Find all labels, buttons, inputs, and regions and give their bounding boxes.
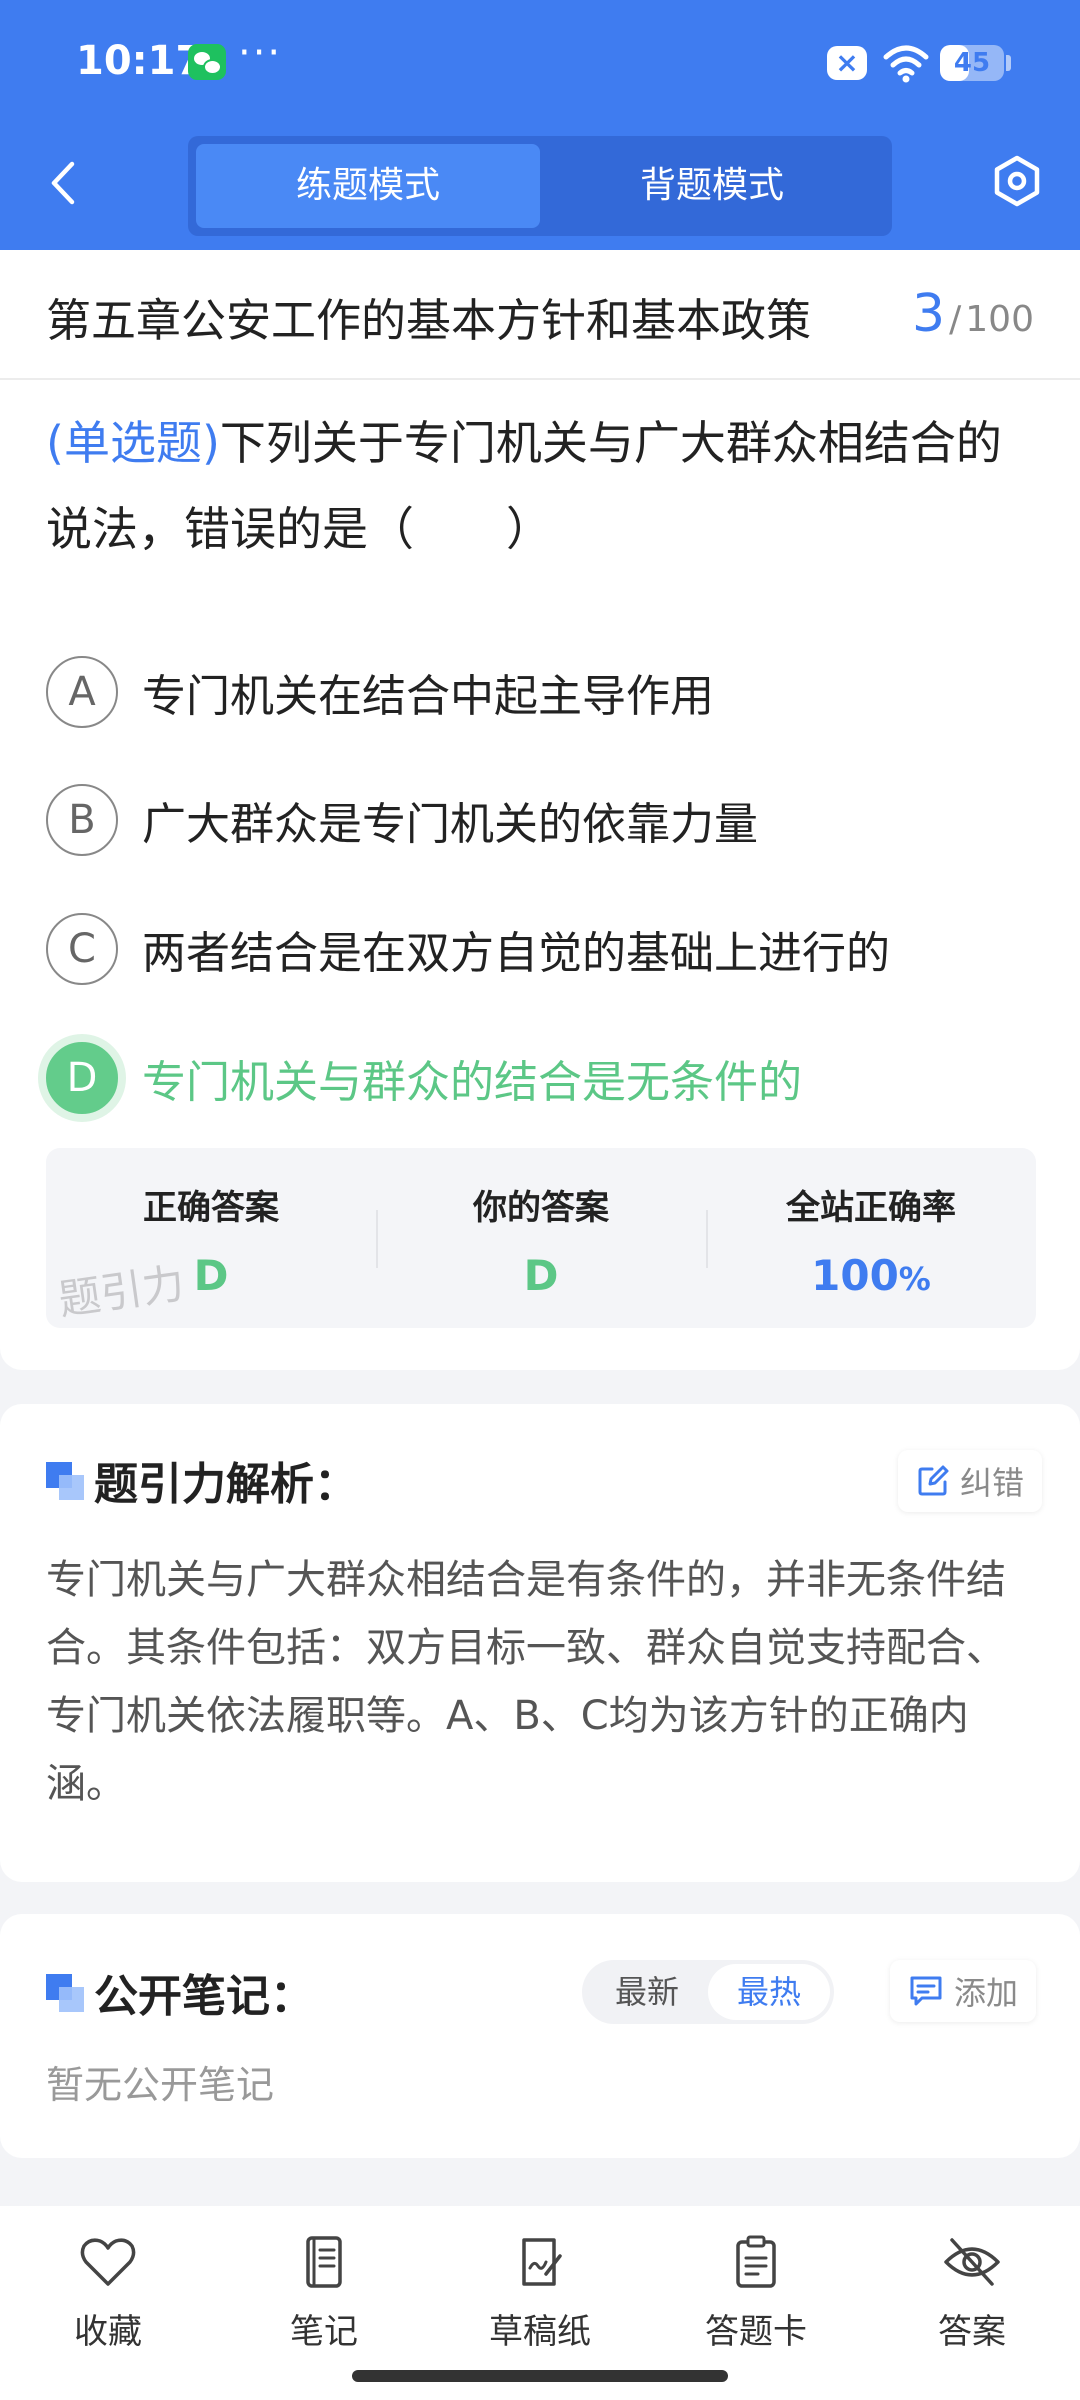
your-answer-column: 你的答案 D (376, 1148, 706, 1328)
tab-practice-mode[interactable]: 练题模式 (196, 144, 540, 228)
question-stem: (单选题)下列关于专门机关与广大群众相结合的说法，错误的是（ ） (46, 400, 1036, 572)
correct-answer-column: 正确答案 D 题引力 (46, 1148, 376, 1328)
favorite-button[interactable]: 收藏 (0, 2206, 216, 2400)
option-text: 专门机关与群众的结合是无条件的 (142, 1057, 802, 1108)
tab-memorize-mode[interactable]: 背题模式 (540, 144, 884, 228)
current-question-number: 3 (912, 284, 946, 344)
option-text: 广大群众是专门机关的依靠力量 (142, 799, 758, 850)
chapter-title: 第五章公安工作的基本方针和基本政策 (46, 294, 812, 347)
option-d[interactable]: D 专门机关与群众的结合是无条件的 (46, 1038, 1036, 1118)
option-letter: B (46, 784, 118, 856)
notes-card: 公开笔记： 最新 最热 添加 暂无公开笔记 (0, 1914, 1080, 2158)
accuracy-rate-unit: % (898, 1260, 931, 1298)
nav-bar: 练题模式 背题模式 (0, 120, 1080, 250)
accuracy-rate-value: 100% (706, 1251, 1036, 1300)
option-a[interactable]: A 专门机关在结合中起主导作用 (46, 652, 1036, 732)
accuracy-rate-label: 全站正确率 (786, 1188, 956, 1228)
answer-summary: 正确答案 D 题引力 你的答案 D 全站正确率 100% (46, 1148, 1036, 1328)
wifi-icon (883, 45, 929, 83)
accuracy-rate-column: 全站正确率 100% (706, 1148, 1036, 1328)
accuracy-rate-number: 100 (811, 1251, 899, 1300)
chapter-row: 第五章公安工作的基本方针和基本政策 3/100 (0, 250, 1080, 380)
analysis-text: 专门机关与广大群众相结合是有条件的，并非无条件结合。其条件包括：双方目标一致、群… (46, 1557, 1006, 1807)
report-error-button[interactable]: 纠错 (898, 1450, 1043, 1512)
notes-title: 公开笔记： (94, 1971, 314, 2022)
mode-switch: 练题模式 背题模式 (188, 136, 892, 236)
eye-off-icon (944, 2238, 1000, 2286)
question-card: 第五章公安工作的基本方针和基本政策 3/100 (单选题)下列关于专门机关与广大… (0, 250, 1080, 1370)
progress-separator: / (949, 299, 962, 340)
add-note-label: 添加 (954, 1974, 1019, 2012)
draft-paper-label: 草稿纸 (489, 2312, 591, 2352)
status-time: 10:17 (76, 38, 204, 84)
report-error-label: 纠错 (960, 1464, 1025, 1502)
draft-paper-icon (522, 2238, 562, 2286)
sort-hottest[interactable]: 最热 (708, 1964, 830, 2020)
analysis-title: 题引力解析： (94, 1459, 358, 1510)
battery-tip (1006, 55, 1011, 71)
option-c[interactable]: C 两者结合是在双方自觉的基础上进行的 (46, 909, 1036, 989)
section-squares-icon (46, 1974, 84, 2012)
option-letter: C (46, 913, 118, 985)
analysis-card: 题引力解析： 纠错 专门机关与广大群众相结合是有条件的，并非无条件结合。其条件包… (0, 1404, 1080, 1882)
more-notifications-icon: ··· (238, 30, 283, 76)
your-answer-value: D (523, 1251, 559, 1300)
answer-sheet-label: 答题卡 (705, 2312, 807, 2352)
notebook-icon (306, 2236, 342, 2288)
settings-icon[interactable] (990, 154, 1044, 208)
total-question-count: 100 (965, 299, 1034, 340)
notes-sort-toggle: 最新 最热 (582, 1960, 834, 2024)
edit-icon (918, 1465, 949, 1496)
question-type: (单选题) (46, 416, 220, 470)
notes-label: 笔记 (290, 2312, 358, 2352)
home-indicator[interactable] (352, 2370, 728, 2382)
battery-percent: 45 (953, 48, 991, 78)
section-squares-icon (46, 1462, 84, 1500)
app-header: 10:17 ··· × 45 练题模式 背题模式 (0, 0, 1080, 250)
show-answer-button[interactable]: 答案 (864, 2206, 1080, 2400)
status-bar: 10:17 ··· × 45 (0, 0, 1080, 120)
wechat-icon (188, 44, 226, 80)
option-text: 专门机关在结合中起主导作用 (142, 671, 714, 722)
show-answer-label: 答案 (938, 2312, 1006, 2352)
battery-icon: 45 (940, 45, 1004, 81)
sort-newest[interactable]: 最新 (586, 1964, 708, 2020)
option-letter: A (46, 656, 118, 728)
empty-notes-text: 暂无公开笔记 (46, 2063, 275, 2107)
option-letter: D (46, 1042, 118, 1114)
option-text: 两者结合是在双方自觉的基础上进行的 (142, 928, 890, 979)
question-progress: 3/100 (912, 284, 1034, 344)
favorite-label: 收藏 (74, 2312, 142, 2352)
correct-answer-label: 正确答案 (143, 1188, 279, 1228)
heart-icon (80, 2238, 136, 2286)
answer-sheet-icon (736, 2235, 776, 2288)
option-b[interactable]: B 广大群众是专门机关的依靠力量 (46, 780, 1036, 860)
back-icon[interactable] (44, 158, 84, 208)
your-answer-label: 你的答案 (473, 1188, 609, 1228)
comment-icon (910, 1976, 942, 2006)
mute-icon: × (827, 46, 867, 80)
add-note-button[interactable]: 添加 (890, 1960, 1037, 2022)
